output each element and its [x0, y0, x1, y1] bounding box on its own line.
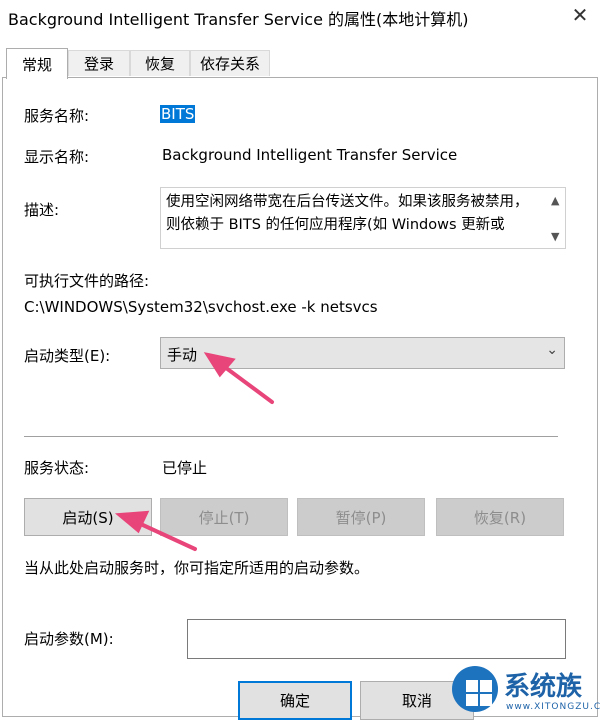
- startup-type-label: 启动类型(E):: [24, 347, 111, 365]
- service-name-value[interactable]: BITS: [160, 105, 196, 123]
- window-title: Background Intelligent Transfer Service …: [8, 10, 469, 29]
- tab-general[interactable]: 常规: [6, 48, 68, 79]
- divider: [24, 436, 558, 437]
- path-value[interactable]: C:\WINDOWS\System32\svchost.exe -k netsv…: [24, 298, 378, 316]
- stop-button[interactable]: 停止(T): [160, 498, 288, 536]
- watermark-url: www.XITONGZU.COM: [506, 702, 600, 712]
- service-status-label: 服务状态:: [24, 459, 90, 477]
- startup-type-select[interactable]: 手动 ⌄: [160, 337, 565, 369]
- description-label: 描述:: [24, 201, 60, 219]
- start-params-input[interactable]: [187, 619, 566, 659]
- start-button[interactable]: 启动(S): [24, 498, 152, 536]
- watermark: 系统族 www.XITONGZU.COM: [448, 662, 600, 720]
- start-params-label: 启动参数(M):: [24, 630, 114, 648]
- startup-type-value: 手动: [167, 346, 198, 364]
- scroll-up-icon[interactable]: ▲: [551, 194, 559, 207]
- path-label: 可执行文件的路径:: [24, 272, 150, 290]
- tab-dependencies[interactable]: 依存关系: [190, 50, 270, 76]
- title-bar: Background Intelligent Transfer Service …: [0, 0, 600, 32]
- tab-strip: 常规 登录 恢复 依存关系: [0, 48, 600, 79]
- chevron-down-icon: ⌄: [546, 342, 558, 358]
- windows-logo-icon: [452, 666, 498, 712]
- display-name-label: 显示名称:: [24, 148, 90, 166]
- pause-button[interactable]: 暂停(P): [297, 498, 425, 536]
- description-text: 使用空闲网络带宽在后台传送文件。如果该服务被禁用，则依赖于 BITS 的任何应用…: [166, 194, 529, 233]
- resume-button[interactable]: 恢复(R): [436, 498, 564, 536]
- start-hint: 当从此处启动服务时，你可指定所适用的启动参数。: [24, 559, 370, 577]
- tab-logon[interactable]: 登录: [68, 50, 130, 76]
- watermark-text: 系统族: [504, 672, 583, 702]
- ok-button[interactable]: 确定: [238, 681, 352, 720]
- service-status-value: 已停止: [162, 459, 208, 477]
- description-box[interactable]: 使用空闲网络带宽在后台传送文件。如果该服务被禁用，则依赖于 BITS 的任何应用…: [160, 187, 566, 249]
- display-name-value[interactable]: Background Intelligent Transfer Service: [162, 146, 457, 164]
- service-name-text: BITS: [160, 105, 196, 123]
- service-name-label: 服务名称:: [24, 107, 90, 125]
- tab-recovery[interactable]: 恢复: [130, 50, 190, 76]
- scroll-down-icon[interactable]: ▼: [551, 230, 559, 243]
- description-scrollbar[interactable]: ▲ ▼: [547, 188, 565, 248]
- close-icon[interactable]: ✕: [560, 0, 600, 30]
